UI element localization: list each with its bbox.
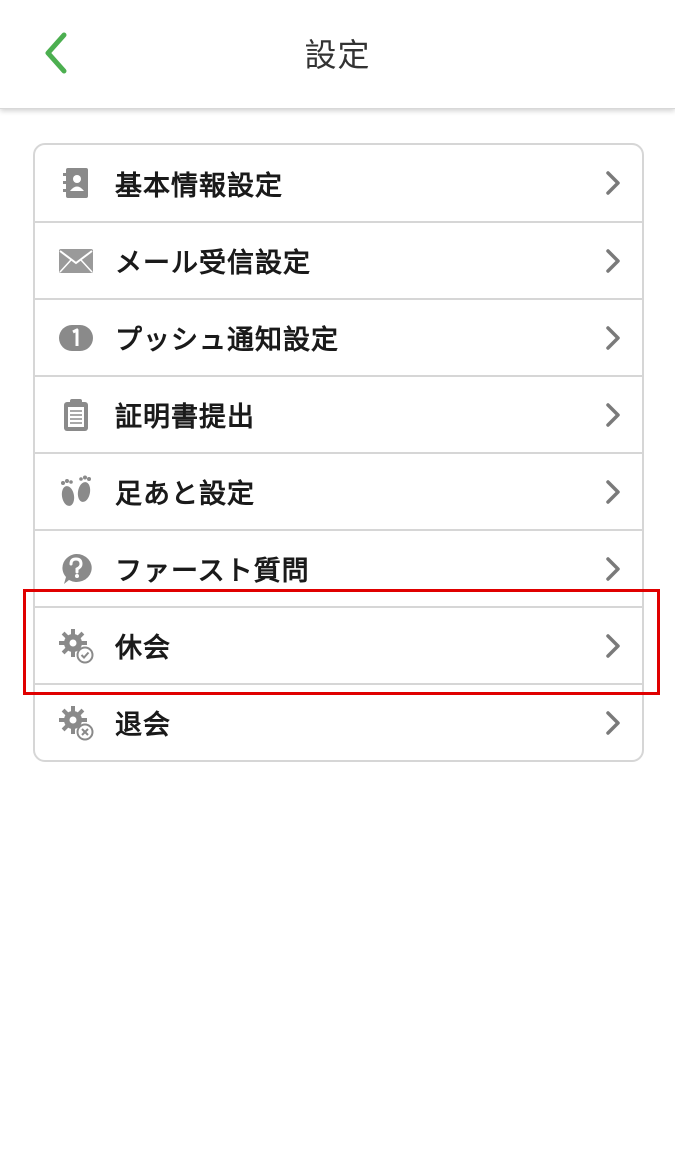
chevron-right-icon <box>606 402 620 427</box>
menu-item-label: 足あと設定 <box>115 479 255 510</box>
menu-item-basic-info[interactable]: 基本情報設定 <box>35 145 642 221</box>
menu-item-suspend-membership[interactable]: 休会 <box>35 606 642 683</box>
chevron-right-icon <box>606 248 620 273</box>
question-bubble-icon <box>57 550 95 588</box>
chevron-right-icon <box>606 710 620 735</box>
menu-item-label: 証明書提出 <box>115 402 255 433</box>
envelope-icon <box>57 242 95 280</box>
menu-item-label: 休会 <box>115 633 171 664</box>
page-title: 設定 <box>304 36 371 74</box>
chevron-right-icon <box>606 556 620 581</box>
menu-item-footprints-settings[interactable]: 足あと設定 <box>35 452 642 529</box>
menu-item-certificate-submission[interactable]: 証明書提出 <box>35 375 642 452</box>
menu-item-label: 退会 <box>115 710 171 741</box>
chevron-right-icon <box>606 325 620 350</box>
notification-badge-icon <box>57 319 95 357</box>
gear-check-icon <box>57 627 95 665</box>
menu-item-label: メール受信設定 <box>115 248 311 279</box>
clipboard-icon <box>57 396 95 434</box>
menu-item-push-settings[interactable]: プッシュ通知設定 <box>35 298 642 375</box>
menu-item-cancel-membership[interactable]: 退会 <box>35 683 642 760</box>
header-bar: 設定 <box>0 0 675 109</box>
chevron-right-icon <box>606 171 620 195</box>
chevron-right-icon <box>606 479 620 504</box>
menu-item-label: ファースト質問 <box>115 556 310 587</box>
footprints-icon <box>57 473 95 511</box>
menu-item-label: プッシュ通知設定 <box>115 325 339 356</box>
menu-item-first-question[interactable]: ファースト質問 <box>35 529 642 606</box>
chevron-right-icon <box>606 633 620 658</box>
menu-item-label: 基本情報設定 <box>115 170 283 202</box>
address-book-icon <box>57 164 95 202</box>
gear-cancel-icon <box>57 704 95 742</box>
menu-item-mail-settings[interactable]: メール受信設定 <box>35 221 642 298</box>
settings-menu: 基本情報設定 メール受信設定 プッシュ通知設定 証明書提出 足あと設定 ファース… <box>33 143 644 762</box>
